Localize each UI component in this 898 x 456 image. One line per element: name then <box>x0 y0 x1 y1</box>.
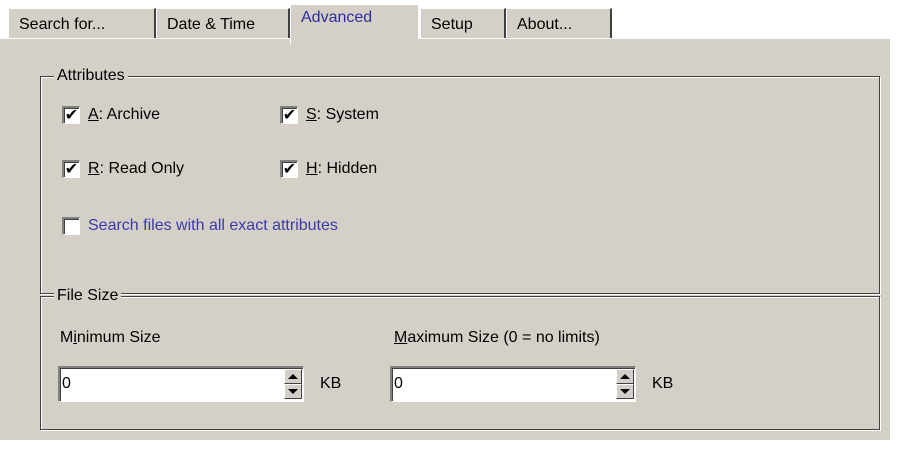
minimum-size-spinner[interactable] <box>284 369 302 399</box>
maximum-size-unit: KB <box>652 375 674 392</box>
tab-date-time-label: Date & Time <box>167 16 256 33</box>
maximum-size-down-button[interactable] <box>616 384 634 399</box>
readonly-checkbox[interactable]: ✔ <box>62 160 80 178</box>
arrow-down-icon <box>288 389 298 394</box>
exact-attributes-label: Search files with all exact attributes <box>88 217 338 234</box>
file-size-group <box>40 296 880 430</box>
tab-advanced-label: Advanced <box>301 9 373 26</box>
tab-setup-label: Setup <box>431 16 473 33</box>
system-label: S: System <box>306 106 379 123</box>
tab-search-for-label: Search for... <box>19 16 106 33</box>
archive-checkbox-row[interactable]: ✔ A: Archive <box>62 106 160 124</box>
minimum-size-down-button[interactable] <box>284 384 302 399</box>
tab-advanced[interactable]: Advanced <box>290 4 418 44</box>
minimum-size-value: 0 <box>62 375 71 392</box>
arrow-up-icon <box>288 374 298 379</box>
minimum-size-up-button[interactable] <box>284 369 302 384</box>
archive-checkbox[interactable]: ✔ <box>62 106 80 124</box>
hidden-label: H: Hidden <box>306 160 378 177</box>
tab-about[interactable]: About... <box>506 8 612 42</box>
arrow-up-icon <box>620 374 630 379</box>
archive-label: A: Archive <box>88 106 161 123</box>
attributes-group <box>40 76 880 294</box>
maximum-size-spinner[interactable] <box>616 369 634 399</box>
readonly-checkbox-row[interactable]: ✔ R: Read Only <box>62 160 184 178</box>
hidden-checkbox-row[interactable]: ✔ H: Hidden <box>280 160 377 178</box>
maximum-size-value: 0 <box>394 375 403 392</box>
exact-attributes-checkbox[interactable] <box>62 217 80 235</box>
tab-date-time[interactable]: Date & Time <box>156 8 290 42</box>
tab-setup[interactable]: Setup <box>420 8 506 42</box>
system-checkbox-row[interactable]: ✔ S: System <box>280 106 379 124</box>
minimum-size-label: Minimum Size <box>60 329 161 346</box>
maximum-size-label: Maximum Size (0 = no limits) <box>394 329 600 346</box>
tab-about-label: About... <box>517 16 573 33</box>
panel-edge <box>890 0 898 456</box>
tab-strip: Search for... Date & Time Advanced Setup… <box>0 0 898 44</box>
readonly-label: R: Read Only <box>88 160 185 177</box>
arrow-down-icon <box>620 389 630 394</box>
system-checkbox[interactable]: ✔ <box>280 106 298 124</box>
maximum-size-up-button[interactable] <box>616 369 634 384</box>
tab-search-for[interactable]: Search for... <box>8 8 156 42</box>
minimum-size-input[interactable]: 0 <box>58 366 304 402</box>
hidden-checkbox[interactable]: ✔ <box>280 160 298 178</box>
attributes-legend: Attributes <box>54 67 128 85</box>
panel-edge-bottom <box>0 440 898 456</box>
maximum-size-input[interactable]: 0 <box>390 366 636 402</box>
minimum-size-unit: KB <box>320 375 342 392</box>
file-size-legend: File Size <box>54 287 122 305</box>
exact-attributes-checkbox-row[interactable]: Search files with all exact attributes <box>62 217 338 235</box>
